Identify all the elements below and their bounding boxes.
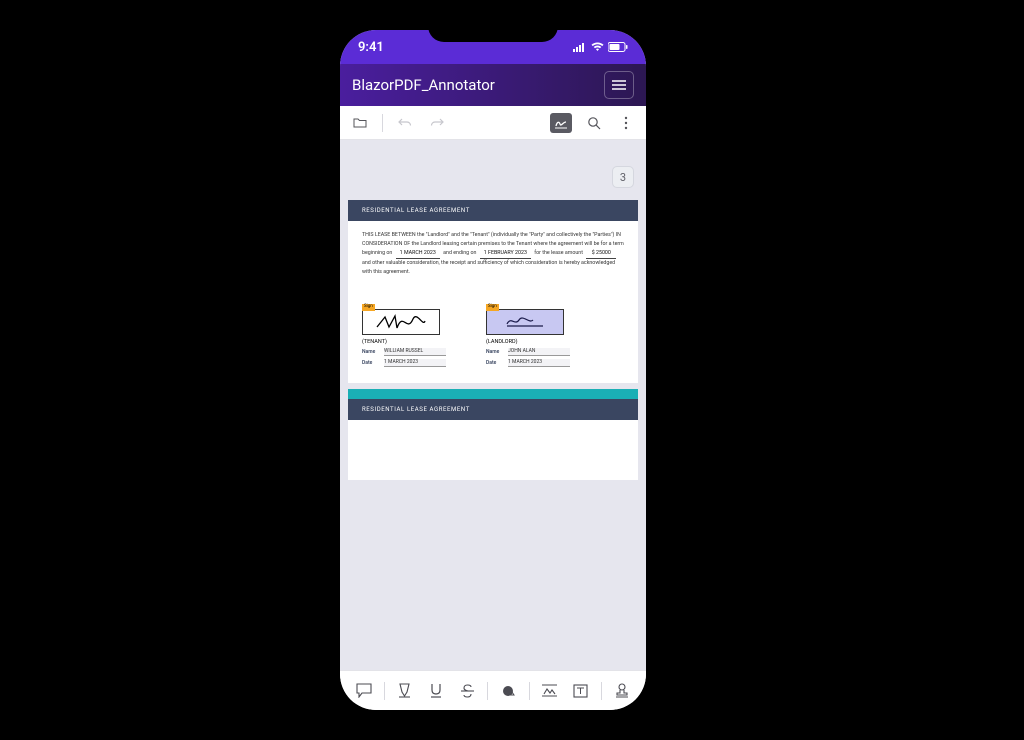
separator [529,682,530,700]
shape-tool-icon[interactable] [498,680,520,702]
tenant-date-label: Date [362,360,380,366]
separator [487,682,488,700]
page-number-chip[interactable]: 3 [612,166,634,188]
doc-body-text: THIS LEASE BETWEEN the "Landlord" and th… [348,221,638,277]
tenant-role-label: (TENANT) [362,339,454,345]
amount-field[interactable]: $ 25000 [586,249,616,259]
search-icon[interactable] [584,113,604,133]
tenant-date-value: 1 MARCH 2023 [384,359,446,367]
tenant-signature-box[interactable]: Sign [362,309,440,335]
landlord-name-label: Name [486,349,504,355]
hamburger-icon [612,80,626,90]
landlord-name-value: JOHN ALAN [508,348,570,356]
separator [382,114,383,132]
strikethrough-tool-icon[interactable] [456,680,478,702]
tenant-name-label: Name [362,349,380,355]
more-options-icon[interactable] [616,113,636,133]
signature-icon [554,117,568,129]
device-notch [428,20,558,42]
page-number: 3 [620,171,626,184]
landlord-signature-box[interactable]: Sign [486,309,564,335]
term-end-field[interactable]: 1 FEBRUARY 2023 [480,249,531,259]
redo-icon[interactable] [427,113,447,133]
sign-tag: Sign [486,304,499,311]
app-header: BlazorPDF_Annotator [340,64,646,106]
phone-frame: 9:41 BlazorPDF_Annotator [330,20,656,720]
doc-section-header: RESIDENTIAL LEASE AGREEMENT [348,200,638,221]
screen: 9:41 BlazorPDF_Annotator [340,30,646,710]
signature-row: Sign (TENANT) Name WILLIAM RUSSEL Date 1 M… [348,309,638,367]
textbox-tool-icon[interactable] [570,680,592,702]
battery-icon [608,42,628,52]
top-toolbar [340,106,646,140]
preamble-c: for the lease amount [534,250,583,256]
separator [601,682,602,700]
landlord-date-label: Date [486,360,504,366]
stamp-tool-icon[interactable] [611,680,633,702]
landlord-role-label: (LANDLORD) [486,339,578,345]
annotation-toolbar [340,670,646,710]
separator [384,682,385,700]
comment-tool-icon[interactable] [353,680,375,702]
tenant-signature-glyph [373,313,429,331]
signature-tool-button[interactable] [550,113,572,133]
wifi-icon [591,42,604,52]
image-tool-icon[interactable] [539,680,561,702]
tenant-signature-block: Sign (TENANT) Name WILLIAM RUSSEL Date 1 M… [362,309,454,367]
doc-section-header-2: RESIDENTIAL LEASE AGREEMENT [348,399,638,420]
landlord-signature-glyph [503,314,547,330]
app-title: BlazorPDF_Annotator [352,76,495,94]
highlight-tool-icon[interactable] [394,680,416,702]
signal-icon [573,42,587,52]
landlord-signature-block: Sign (LANDLORD) Name JOHN ALAN Date 1 MARC… [486,309,578,367]
status-time: 9:41 [358,40,384,55]
preamble-b: and ending on [443,250,476,256]
open-folder-icon[interactable] [350,113,370,133]
tenant-name-value: WILLIAM RUSSEL [384,348,446,356]
teal-divider-strip [348,389,638,399]
term-start-field[interactable]: 1 MARCH 2023 [396,249,440,259]
pdf-page-next: RESIDENTIAL LEASE AGREEMENT [348,389,638,480]
menu-button[interactable] [604,71,634,99]
pdf-page: RESIDENTIAL LEASE AGREEMENT THIS LEASE B… [348,200,638,383]
preamble-d: and other valuable consideration, the re… [362,260,615,275]
underline-tool-icon[interactable] [425,680,447,702]
document-viewport[interactable]: 3 RESIDENTIAL LEASE AGREEMENT THIS LEASE… [340,140,646,670]
landlord-date-value: 1 MARCH 2023 [508,359,570,367]
undo-icon[interactable] [395,113,415,133]
sign-tag: Sign [362,304,375,311]
